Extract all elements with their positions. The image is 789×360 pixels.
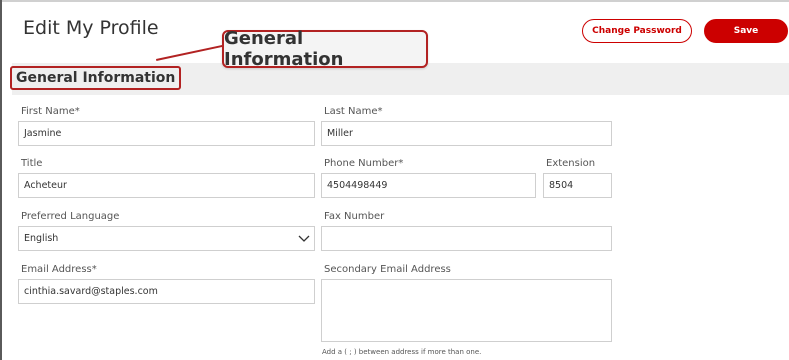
phone-number-input[interactable]: 4504498449 — [321, 173, 536, 198]
left-border — [0, 0, 2, 360]
annotation-callout: General Information — [222, 28, 428, 70]
top-border — [0, 0, 789, 2]
page-title: Edit My Profile — [23, 17, 159, 39]
last-name-input[interactable]: Miller — [321, 121, 612, 146]
first-name-input[interactable]: Jasmine — [18, 121, 315, 146]
preferred-language-label: Preferred Language — [21, 211, 120, 222]
fax-number-input[interactable] — [321, 226, 612, 251]
fax-number-label: Fax Number — [324, 211, 385, 222]
email-address-input[interactable]: cinthia.savard@staples.com — [18, 279, 315, 304]
secondary-email-textarea[interactable] — [321, 279, 612, 342]
phone-number-label: Phone Number* — [324, 158, 404, 169]
extension-label: Extension — [546, 158, 596, 169]
section-title: General Information — [10, 66, 182, 90]
profile-page: Edit My Profile Change Password Save Gen… — [0, 0, 789, 360]
secondary-email-label: Secondary Email Address — [324, 264, 451, 275]
preferred-language-value: English — [24, 233, 59, 244]
preferred-language-select[interactable]: English — [18, 226, 315, 251]
title-label: Title — [21, 158, 43, 169]
chevron-down-icon — [298, 235, 310, 242]
save-button[interactable]: Save — [704, 19, 788, 43]
secondary-email-hint: Add a ( ; ) between address if more than… — [322, 348, 482, 356]
first-name-label: First Name* — [21, 106, 80, 117]
change-password-button[interactable]: Change Password — [582, 19, 692, 43]
callout-connector — [156, 44, 225, 61]
last-name-label: Last Name* — [324, 106, 383, 117]
extension-input[interactable]: 8504 — [543, 173, 612, 198]
email-address-label: Email Address* — [21, 264, 97, 275]
title-input[interactable]: Acheteur — [18, 173, 315, 198]
